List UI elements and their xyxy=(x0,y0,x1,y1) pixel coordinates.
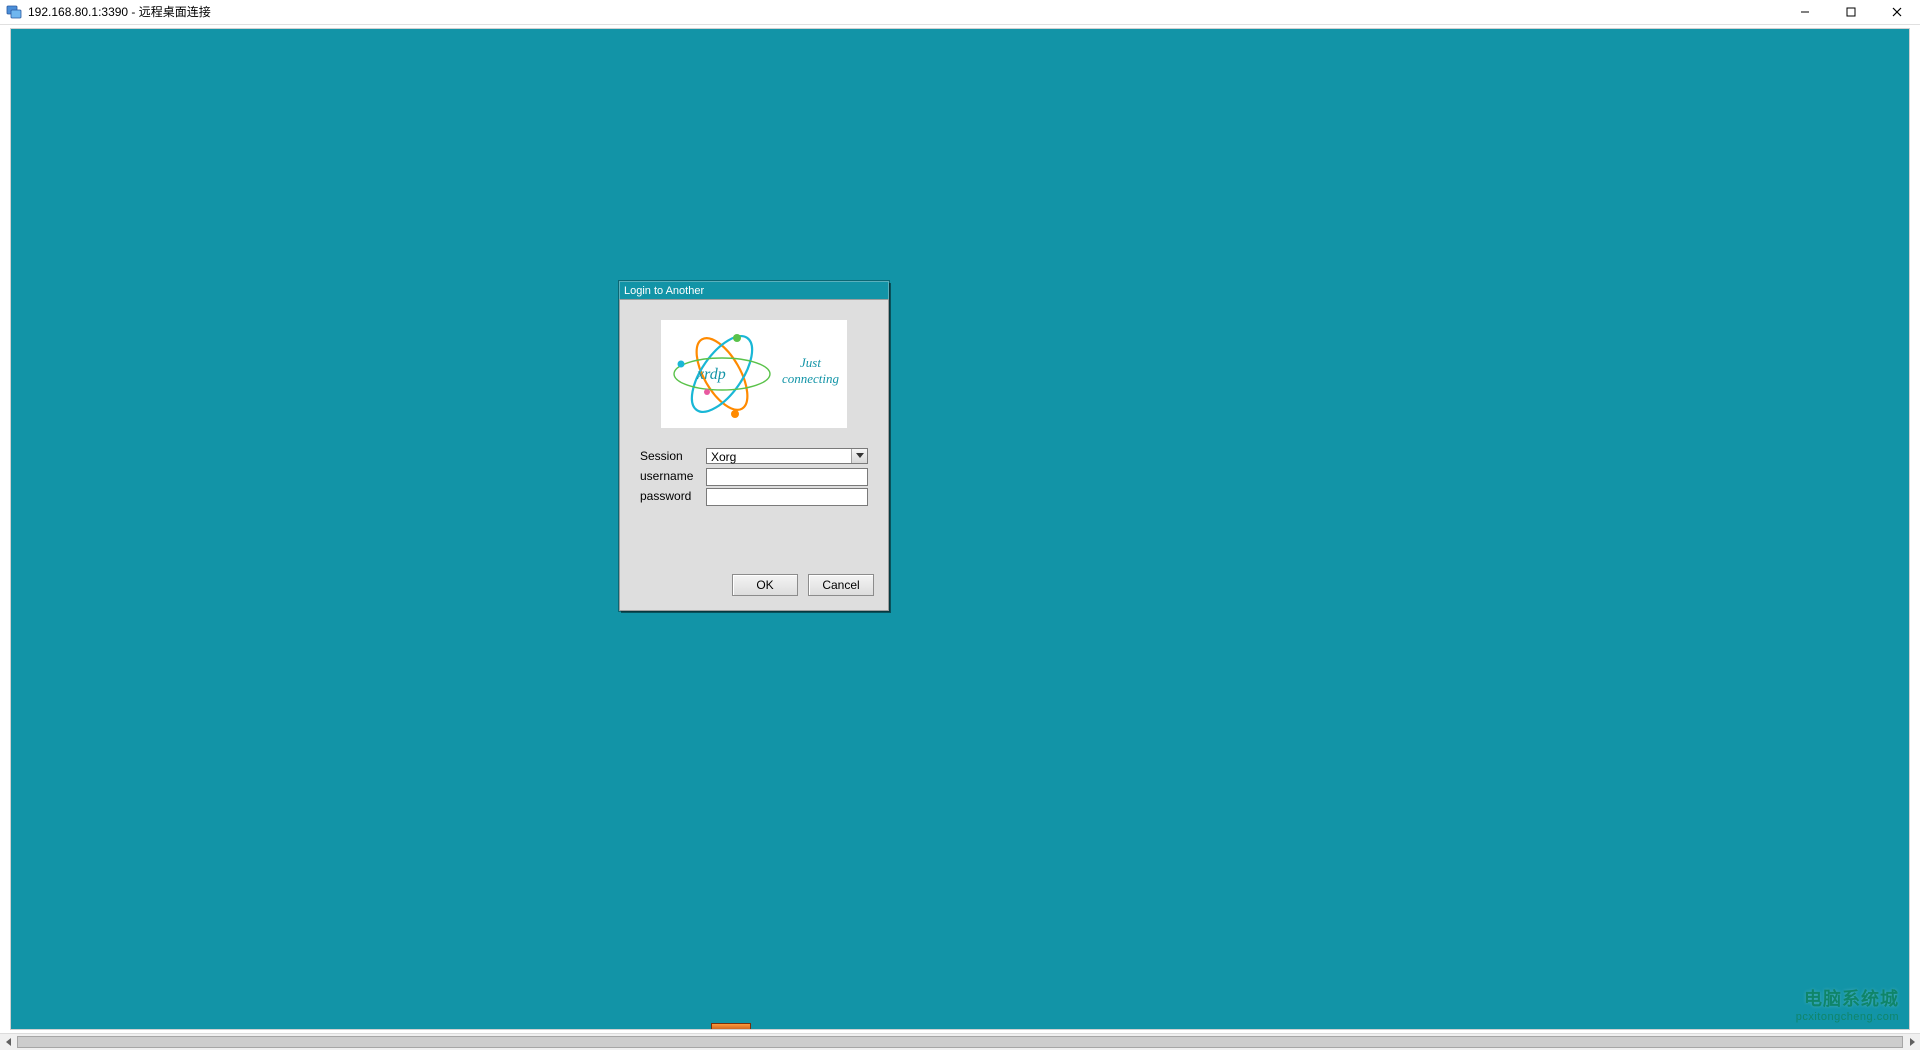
username-row: username xyxy=(640,468,868,484)
xrdp-tagline: Just connecting xyxy=(782,355,839,388)
maximize-button[interactable] xyxy=(1828,0,1874,24)
window-title: 192.168.80.1:3390 - 远程桌面连接 xyxy=(28,0,1782,25)
cancel-button[interactable]: Cancel xyxy=(808,574,874,596)
password-input[interactable] xyxy=(706,488,868,506)
horizontal-scrollbar[interactable] xyxy=(0,1033,1920,1050)
scroll-thumb[interactable] xyxy=(17,1036,1903,1048)
tagline-line-1: Just xyxy=(782,355,839,371)
dropdown-arrow-icon[interactable] xyxy=(851,449,867,463)
remote-desktop-viewport[interactable]: Login to Another xrdp Just xyxy=(10,28,1910,1030)
scroll-track[interactable] xyxy=(17,1034,1903,1050)
xrdp-login-dialog: Login to Another xrdp Just xyxy=(619,281,889,611)
login-dialog-titlebar[interactable]: Login to Another xyxy=(619,281,889,299)
session-dropdown[interactable]: Xorg xyxy=(706,448,868,464)
username-label: username xyxy=(640,469,700,483)
session-row: Session Xorg xyxy=(640,448,868,464)
password-label: password xyxy=(640,489,700,503)
minimize-button[interactable] xyxy=(1782,0,1828,24)
tagline-line-2: connecting xyxy=(782,371,839,387)
site-watermark: 电脑系统城 pcxitongcheng.com xyxy=(1796,985,1899,1023)
login-dialog-body: xrdp Just connecting Session Xorg xyxy=(619,299,889,611)
rdp-host-window: 192.168.80.1:3390 - 远程桌面连接 Login to Anot… xyxy=(0,0,1920,1050)
watermark-title: 电脑系统城 xyxy=(1796,985,1899,1011)
scroll-right-arrow-icon[interactable] xyxy=(1903,1034,1920,1051)
xrdp-logo-box: xrdp Just connecting xyxy=(661,320,847,428)
remote-taskbar-sliver xyxy=(711,1023,751,1030)
window-controls xyxy=(1782,0,1920,24)
watermark-url: pcxitongcheng.com xyxy=(1796,1011,1899,1023)
login-dialog-title: Login to Another xyxy=(624,285,704,297)
xrdp-logo-text: xrdp xyxy=(697,366,726,384)
close-button[interactable] xyxy=(1874,0,1920,24)
rdp-app-icon xyxy=(6,4,22,20)
dialog-button-row: OK Cancel xyxy=(732,574,874,596)
password-row: password xyxy=(640,488,868,504)
window-titlebar[interactable]: 192.168.80.1:3390 - 远程桌面连接 xyxy=(0,0,1920,25)
username-input[interactable] xyxy=(706,468,868,486)
ok-button[interactable]: OK xyxy=(732,574,798,596)
session-label: Session xyxy=(640,449,700,463)
session-selected-value: Xorg xyxy=(707,449,851,463)
scroll-left-arrow-icon[interactable] xyxy=(0,1034,17,1051)
